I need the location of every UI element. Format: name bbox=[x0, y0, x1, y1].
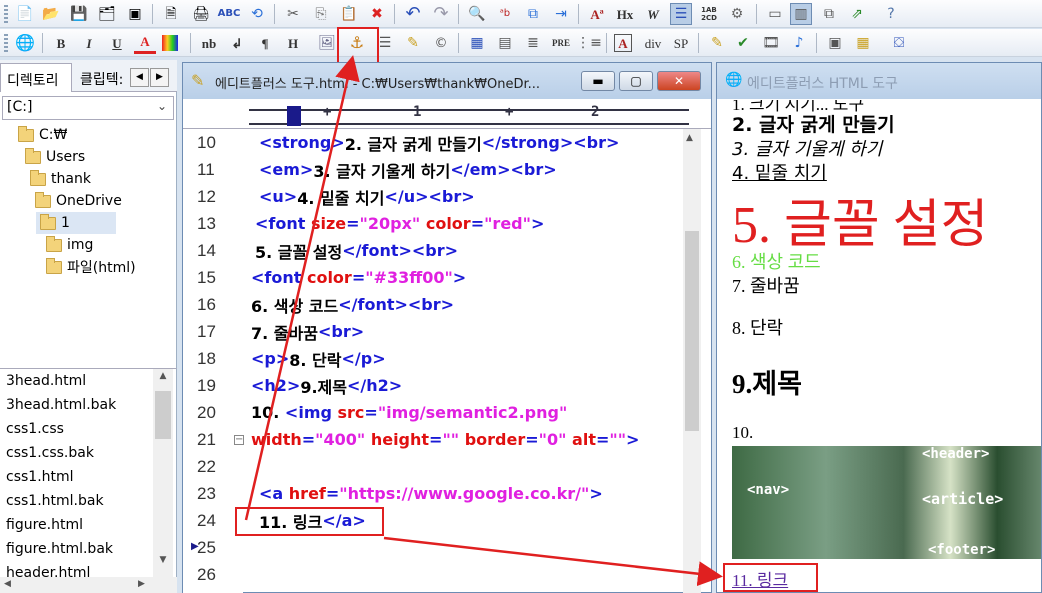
arrow-to-anchor-button bbox=[244, 55, 360, 521]
arrow-to-preview-link bbox=[383, 536, 723, 587]
annotation-arrows bbox=[244, 55, 723, 587]
